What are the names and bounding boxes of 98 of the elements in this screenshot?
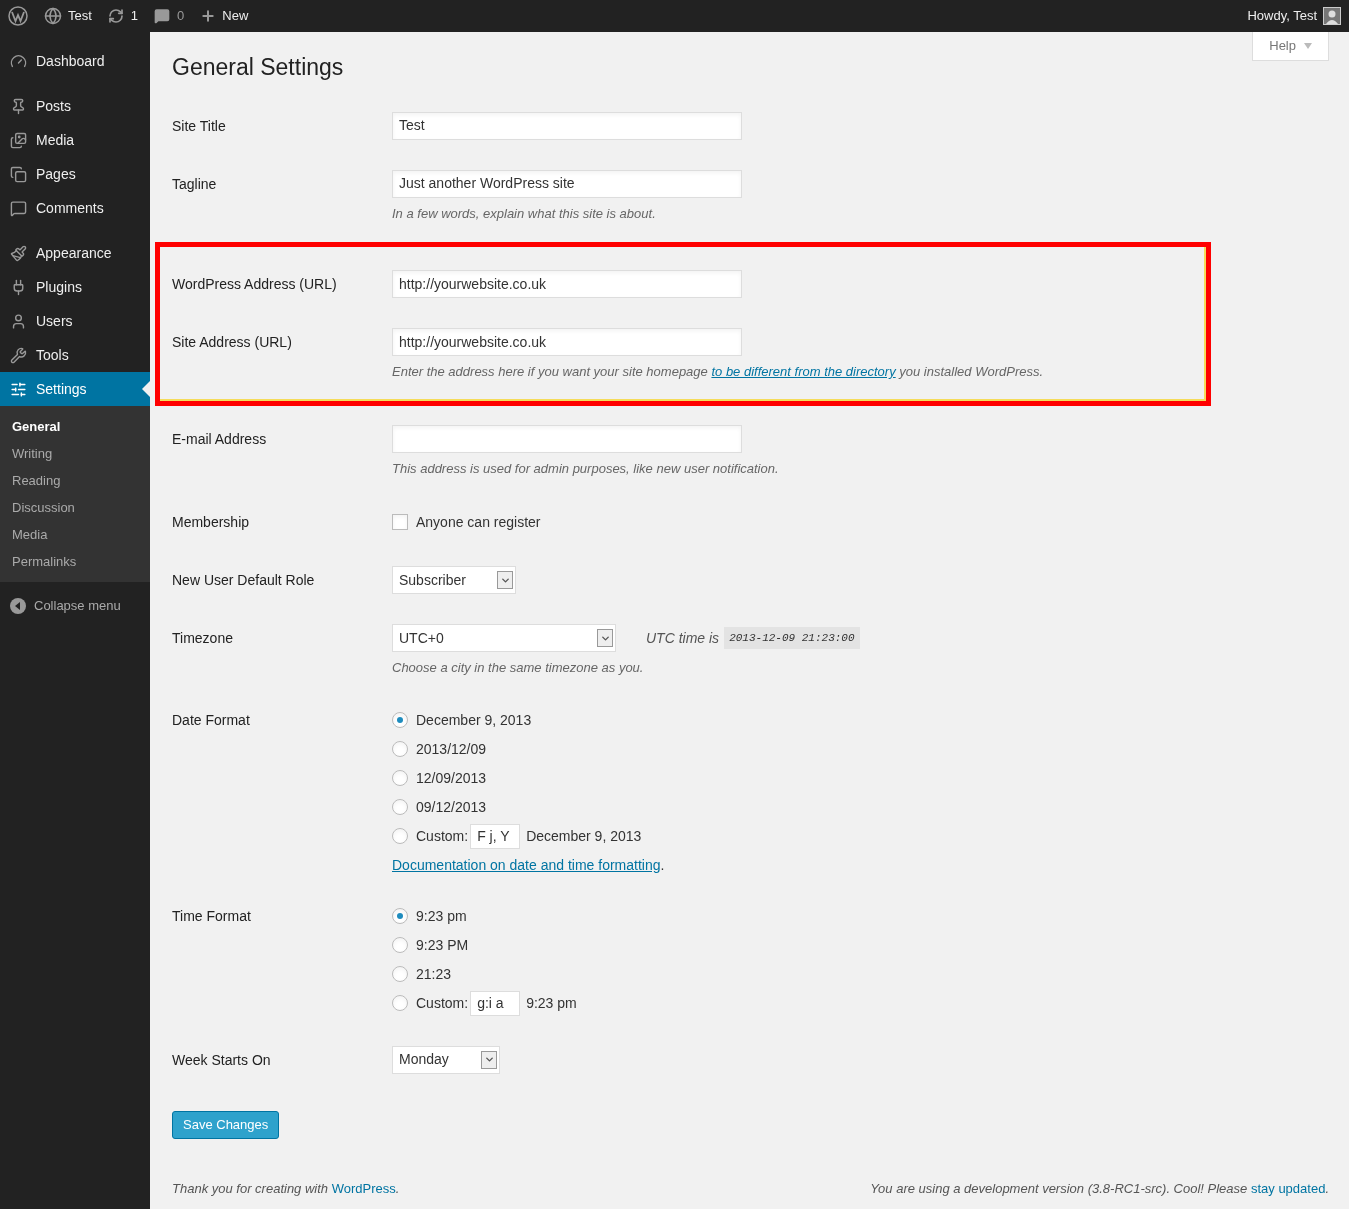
menu-item[interactable]: Dashboard [0, 44, 150, 78]
brush-icon [10, 244, 27, 262]
checkbox[interactable] [392, 514, 408, 530]
pin-icon [10, 97, 27, 115]
caret-icon [497, 571, 513, 589]
submenu-item[interactable]: Reading [0, 467, 150, 494]
text-field[interactable]: Test [392, 111, 742, 140]
collapse-menu-button[interactable]: Collapse menu [0, 589, 150, 623]
caret-icon [597, 629, 613, 647]
documentation-link[interactable]: Documentation on date and time formatting [392, 856, 661, 873]
checkbox-label: Anyone can register [416, 512, 541, 532]
menu-item[interactable]: Posts [0, 89, 150, 123]
submenu-item[interactable]: General [0, 413, 150, 440]
radio-button[interactable] [392, 770, 408, 786]
menu-item[interactable]: Users [0, 304, 150, 338]
radio-button[interactable] [392, 995, 408, 1011]
dropdown[interactable]: Subscriber [392, 566, 516, 594]
text-field[interactable] [392, 424, 742, 453]
radio-button[interactable] [392, 828, 408, 844]
setting-label: WordPress Address (URL) [172, 275, 338, 294]
radio-label: 12/09/2013 [416, 768, 487, 788]
radio-label: Custom: [416, 993, 469, 1013]
setting-label: Site Title [172, 116, 227, 136]
setting-label: Time Format [172, 906, 252, 926]
person-icon [10, 312, 27, 330]
radio-button[interactable] [392, 966, 408, 982]
comments-count[interactable]: 0 [177, 6, 185, 26]
speech-bubble-icon [154, 8, 171, 24]
current-pointer-icon [142, 381, 150, 397]
text-field[interactable]: http://yourwebsite.co.uk [392, 270, 742, 298]
wrench-icon [10, 346, 27, 364]
new-link[interactable]: New [222, 6, 249, 26]
description-text: This address is used for admin purposes, like new user notification. [392, 459, 779, 478]
radio-label: 21:23 [416, 964, 452, 984]
radio-label: 9:23 pm [416, 906, 467, 926]
dropdown[interactable]: UTC+0 [392, 624, 616, 652]
speech-bubble-icon [10, 199, 27, 217]
submenu-item[interactable]: Discussion [0, 494, 150, 521]
setting-label: Membership [172, 513, 251, 532]
text-field[interactable]: Just another WordPress site [392, 169, 742, 198]
format-preview: December 9, 2013 [526, 826, 642, 846]
radio-label: December 9, 2013 [416, 710, 532, 730]
caret-icon [481, 1050, 497, 1069]
description-text: In a few words, explain what this site is about. [392, 204, 657, 223]
menu-item[interactable]: Pages [0, 157, 150, 191]
description-link[interactable]: to be different from the directory [711, 364, 896, 379]
setting-label: Date Format [172, 710, 251, 730]
menu-item[interactable]: Appearance [0, 236, 150, 270]
text-field[interactable]: http://yourwebsite.co.uk [392, 328, 742, 356]
radio-button[interactable] [392, 799, 408, 815]
setting-label: New User Default Role [172, 571, 316, 590]
page-title: General Settings [172, 53, 344, 82]
gauge-icon [10, 52, 27, 70]
utc-label: UTC time is [646, 628, 720, 648]
greeting-link[interactable]: Howdy, Test [1247, 6, 1317, 26]
menu-item[interactable]: Settings [0, 372, 150, 406]
submenu-item[interactable]: Permalinks [0, 548, 150, 575]
updates-count[interactable]: 1 [130, 6, 139, 26]
menu-item[interactable]: Comments [0, 191, 150, 225]
utc-time: 2013-12-09 21:23:00 [724, 626, 860, 650]
radio-label: 09/12/2013 [416, 797, 487, 817]
radio-label: Custom: [416, 826, 469, 846]
setting-label: Week Starts On [172, 1050, 272, 1070]
setting-label: Timezone [172, 629, 234, 648]
submenu-item[interactable]: Media [0, 521, 150, 548]
footer-credit-text: Thank you for creating with WordPress. [172, 1179, 400, 1198]
description-text: Enter the address here if you want your site homepage to be different from the directory you installed WordPress. [392, 363, 1044, 381]
sliders-icon [10, 380, 27, 398]
images-icon [10, 131, 27, 149]
description-text: Choose a city in the same timezone as you. [392, 659, 645, 677]
dropdown-arrow-icon [1304, 43, 1312, 49]
setting-label: Tagline [172, 174, 218, 194]
menu-item[interactable]: Tools [0, 338, 150, 372]
radio-button[interactable] [392, 908, 408, 924]
help-tab[interactable]: Help [1252, 32, 1329, 61]
menu-item[interactable]: Plugins [0, 270, 150, 304]
format-preview: 9:23 pm [526, 993, 577, 1013]
documentation-text: Documentation on date and time formatting. [392, 855, 665, 875]
site-name-link[interactable]: Test [68, 6, 92, 26]
radio-button[interactable] [392, 712, 408, 728]
custom-format-field[interactable]: F j, Y [470, 823, 521, 849]
dropdown[interactable]: Monday [392, 1045, 500, 1074]
refresh-icon [107, 8, 124, 24]
wordpress-logo-icon[interactable] [8, 6, 28, 26]
radio-label: 2013/12/09 [416, 739, 487, 759]
radio-button[interactable] [392, 937, 408, 953]
setting-label: Site Address (URL) [172, 333, 293, 352]
globe-icon [44, 7, 62, 25]
custom-format-field[interactable]: g:i a [470, 990, 521, 1016]
pages-icon [10, 165, 27, 183]
footer-version-text: You are using a development version (3.8-RC1-src). Cool! Please stay updated. [870, 1179, 1329, 1198]
submenu-item[interactable]: Writing [0, 440, 150, 467]
footer-link[interactable]: WordPress [331, 1180, 396, 1196]
setting-label: E-mail Address [172, 429, 268, 449]
radio-button[interactable] [392, 741, 408, 757]
radio-label: 9:23 PM [416, 935, 469, 955]
menu-item[interactable]: Media [0, 123, 150, 157]
avatar-icon[interactable] [1323, 7, 1341, 25]
